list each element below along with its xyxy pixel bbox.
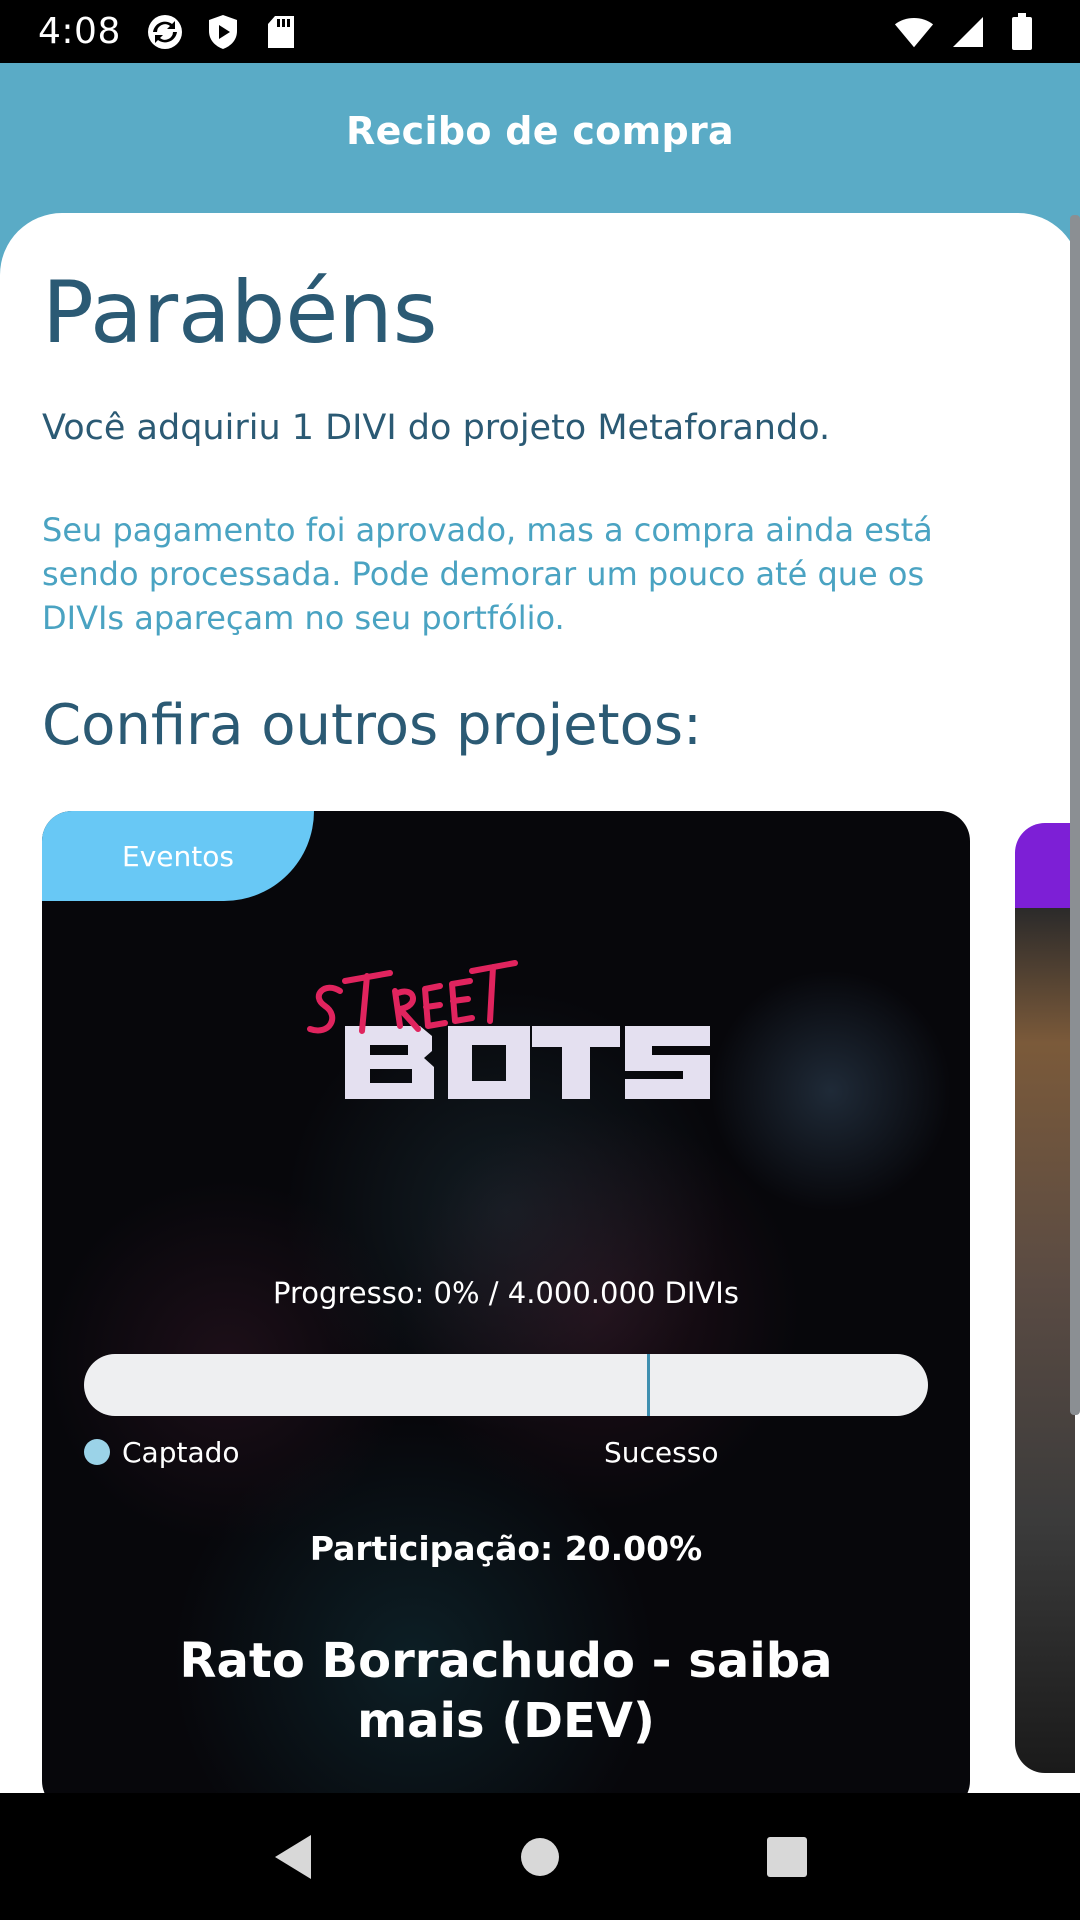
success-legend-label: Sucesso (604, 1436, 719, 1469)
processing-note: Seu pagamento foi aprovado, mas a compra… (42, 511, 933, 637)
screen: 4:08 Recibo de compra Parabéns Você adqu… (0, 0, 1080, 1920)
status-time: 4:08 (38, 11, 121, 52)
project-name-link[interactable]: Rato Borrachudo - saiba mais (DEV) (112, 1631, 900, 1751)
progress-bar (84, 1354, 928, 1416)
congrats-heading: Parabéns (42, 263, 438, 363)
other-projects-heading: Confira outros projetos: (42, 693, 702, 758)
app-header: Recibo de compra (0, 63, 1080, 213)
purchase-summary: Você adquiriu 1 DIVI do projeto Metafora… (42, 408, 831, 448)
sd-card-icon (261, 12, 301, 52)
success-threshold-marker (646, 1354, 650, 1416)
category-tag: Eventos (42, 811, 314, 901)
shield-icon (203, 12, 243, 52)
back-icon[interactable] (263, 1827, 323, 1887)
raised-legend-dot (84, 1439, 110, 1465)
page-title: Recibo de compra (346, 109, 734, 153)
battery-icon (1002, 12, 1042, 52)
next-project-card[interactable] (1015, 823, 1075, 1773)
project-card[interactable]: Eventos Progresso: 0% / 4.000.000 DIVIs … (42, 811, 970, 1793)
recents-icon[interactable] (757, 1827, 817, 1887)
wifi-icon (894, 12, 934, 52)
participation-text: Participação: 20.00% (309, 1529, 703, 1568)
progress-text: Progresso: 0% / 4.000.000 DIVIs (273, 1276, 739, 1310)
scrollbar[interactable] (1070, 215, 1080, 1415)
sync-icon (145, 12, 185, 52)
receipt-sheet[interactable]: Parabéns Você adquiriu 1 DIVI do projeto… (0, 213, 1080, 1793)
street-bots-logo (307, 960, 710, 1099)
signal-icon (948, 12, 988, 52)
raised-legend-label: Captado (122, 1436, 240, 1469)
system-nav-bar (0, 1793, 1080, 1920)
status-bar: 4:08 (0, 0, 1080, 63)
home-icon[interactable] (510, 1827, 570, 1887)
